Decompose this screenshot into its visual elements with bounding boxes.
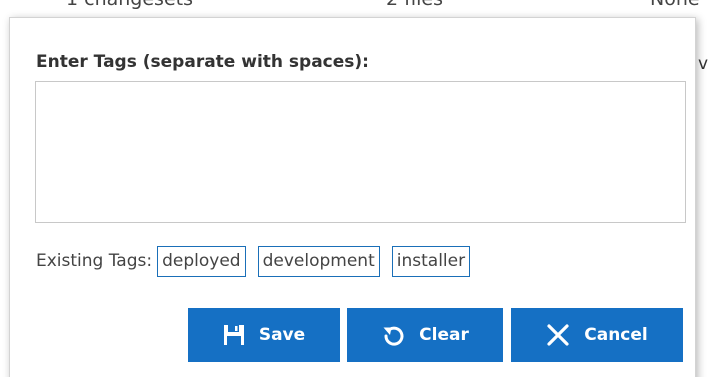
save-icon — [223, 324, 245, 346]
screen: 1 changesets 2 files None v Enter Tags (… — [0, 0, 716, 377]
undo-icon — [381, 323, 405, 347]
tag-chip-deployed[interactable]: deployed — [157, 245, 246, 277]
edit-tags-dialog: Enter Tags (separate with spaces): Exist… — [9, 17, 696, 377]
tags-prompt-label: Enter Tags (separate with spaces): — [36, 52, 369, 72]
existing-tags-label: Existing Tags: — [36, 251, 153, 271]
clear-button[interactable]: Clear — [347, 308, 503, 362]
cancel-button-label: Cancel — [584, 325, 648, 345]
files-count: 2 files — [386, 0, 443, 10]
clear-button-label: Clear — [419, 325, 469, 345]
existing-tags-row: Existing Tags: deployed development inst… — [36, 245, 482, 277]
status-value: None — [650, 0, 700, 10]
tags-input[interactable] — [35, 81, 686, 223]
tag-chip-installer[interactable]: installer — [391, 245, 471, 277]
cancel-button[interactable]: Cancel — [511, 308, 683, 362]
background-table-row: 1 changesets 2 files None — [0, 0, 716, 18]
tag-chip-development[interactable]: development — [257, 245, 380, 277]
close-icon — [546, 323, 570, 347]
save-button-label: Save — [258, 325, 306, 345]
changesets-count: 1 changesets — [66, 0, 193, 10]
background-side-text: v — [698, 54, 709, 74]
save-button[interactable]: Save — [188, 308, 340, 362]
